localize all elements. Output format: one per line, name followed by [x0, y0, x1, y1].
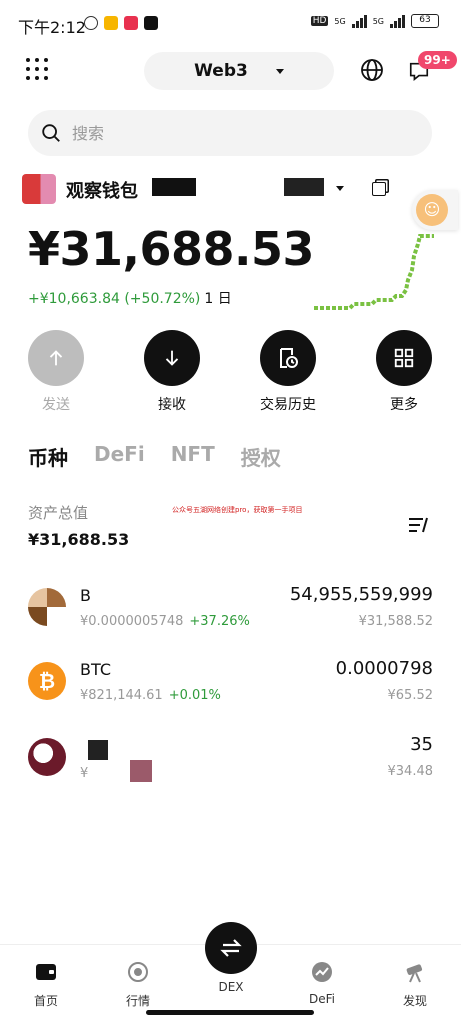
- more-label: 更多: [390, 397, 418, 413]
- asset-price: ¥821,144.61: [80, 688, 163, 703]
- send-label: 发送: [42, 397, 70, 413]
- asset-amount: 35: [410, 734, 433, 755]
- redacted-name: [88, 740, 108, 760]
- arrow-up-icon: [49, 350, 63, 366]
- receive-label: 接收: [158, 397, 186, 413]
- asset-change: +0.01%: [168, 688, 221, 703]
- app-icon: [104, 16, 118, 30]
- send-button[interactable]: [28, 330, 84, 386]
- asset-amount: 0.0000798: [335, 658, 433, 679]
- network-label: 5G: [372, 16, 384, 26]
- mute-icon: [84, 16, 98, 30]
- caret-down-icon: [275, 68, 284, 74]
- history-icon: [280, 348, 298, 368]
- nav-market-label: 行情: [125, 994, 150, 1008]
- status-right: HD 5G 5G 63: [310, 14, 439, 28]
- redacted-price: [130, 760, 152, 782]
- token-icon: [28, 738, 66, 776]
- signal-icon: [390, 14, 405, 28]
- asset-row[interactable]: ¥ 35 ¥34.48: [0, 726, 461, 798]
- swap-icon: [220, 939, 242, 957]
- asset-tabs: 币种 DeFi NFT 授权: [28, 442, 281, 471]
- tab-tokens[interactable]: 币种: [28, 442, 68, 471]
- asset-value: ¥31,588.52: [358, 614, 433, 629]
- network-label: 5G: [334, 16, 346, 26]
- telescope-icon: [406, 964, 423, 983]
- asset-row[interactable]: ₿ BTC ¥821,144.61 +0.01% 0.0000798 ¥65.52: [0, 648, 461, 720]
- history-label: 交易历史: [260, 397, 316, 413]
- asset-price-line: ¥0.0000005748 +37.26%: [80, 614, 250, 629]
- asset-price: ¥0.0000005748: [80, 614, 184, 629]
- total-assets-value: ¥31,688.53: [28, 530, 130, 549]
- status-notification-icons: [84, 16, 158, 30]
- nav-discover[interactable]: 发现: [380, 961, 450, 1009]
- receive-action[interactable]: 接收: [132, 330, 212, 414]
- balance-change: +¥10,663.84 (+50.72%) 1 日: [28, 288, 232, 308]
- accessibility-float-button[interactable]: ☺: [412, 190, 458, 230]
- asset-amount: 54,955,559,999: [289, 584, 433, 605]
- search-input[interactable]: [72, 123, 372, 143]
- asset-name: B: [80, 586, 91, 605]
- apps-grid-icon[interactable]: [26, 58, 48, 80]
- home-indicator: [146, 1010, 314, 1015]
- nav-home[interactable]: 首页: [11, 961, 81, 1009]
- wallet-icon: [36, 964, 56, 980]
- asset-row[interactable]: B ¥0.0000005748 +37.26% 54,955,559,999 ¥3…: [0, 574, 461, 646]
- more-action[interactable]: 更多: [364, 330, 444, 414]
- arrow-down-icon: [165, 350, 179, 366]
- receive-button[interactable]: [144, 330, 200, 386]
- market-icon: [128, 962, 148, 982]
- tab-nft[interactable]: NFT: [171, 442, 215, 471]
- tab-defi[interactable]: DeFi: [94, 442, 145, 471]
- asset-price: ¥: [80, 766, 89, 781]
- search-bar[interactable]: [28, 110, 432, 156]
- promo-watermark: 公众号五湖网络创建pro，获取第一手项目: [172, 506, 303, 514]
- nav-dex-label: DEX: [218, 980, 244, 994]
- redacted-address: [152, 178, 196, 196]
- balance-change-value: +¥10,663.84 (+50.72%): [28, 291, 201, 307]
- wallet-avatar[interactable]: [22, 174, 56, 204]
- token-icon: [28, 588, 66, 626]
- tiktok-icon: [144, 16, 158, 30]
- more-button[interactable]: [376, 330, 432, 386]
- asset-value: ¥34.48: [387, 764, 434, 779]
- app-icon: [124, 16, 138, 30]
- search-icon: [42, 124, 60, 142]
- change-period: 1 日: [204, 291, 232, 307]
- nav-defi[interactable]: DeFi: [287, 961, 357, 1006]
- network-selector-label: Web3: [194, 61, 248, 81]
- send-action[interactable]: 发送: [16, 330, 96, 414]
- bitcoin-icon: ₿: [28, 662, 66, 700]
- wallet-name[interactable]: 观察钱包: [66, 177, 138, 203]
- total-assets-label: 资产总值: [28, 504, 89, 522]
- tab-approvals[interactable]: 授权: [241, 442, 281, 471]
- network-selector[interactable]: Web3: [144, 52, 334, 90]
- defi-icon: [312, 962, 332, 982]
- copy-icon[interactable]: [372, 182, 386, 196]
- battery-icon: 63: [411, 14, 439, 28]
- status-time: 下午2:12: [18, 18, 86, 37]
- total-balance: ¥31,688.53: [28, 222, 315, 276]
- nav-home-label: 首页: [33, 994, 58, 1008]
- asset-name: BTC: [80, 660, 111, 679]
- nav-defi-label: DeFi: [309, 992, 335, 1006]
- grid-more-icon: [394, 348, 414, 368]
- nav-discover-label: 发现: [402, 994, 427, 1008]
- hd-icon: HD: [310, 16, 329, 26]
- asset-price-line: ¥821,144.61 +0.01%: [80, 688, 221, 703]
- history-action[interactable]: 交易历史: [248, 330, 328, 414]
- asset-value: ¥65.52: [387, 688, 434, 703]
- redacted-address: [284, 178, 324, 196]
- asset-change: +37.26%: [189, 614, 250, 629]
- accessibility-icon: ☺: [416, 194, 448, 226]
- globe-icon[interactable]: [360, 58, 384, 82]
- notification-badge: 99+: [418, 51, 457, 69]
- sort-icon[interactable]: [408, 516, 430, 534]
- signal-icon: [351, 14, 367, 28]
- balance-sparkline: [314, 234, 434, 310]
- dex-button[interactable]: [205, 922, 257, 974]
- history-button[interactable]: [260, 330, 316, 386]
- nav-market[interactable]: 行情: [103, 961, 173, 1009]
- wallet-dropdown-icon[interactable]: [336, 186, 344, 191]
